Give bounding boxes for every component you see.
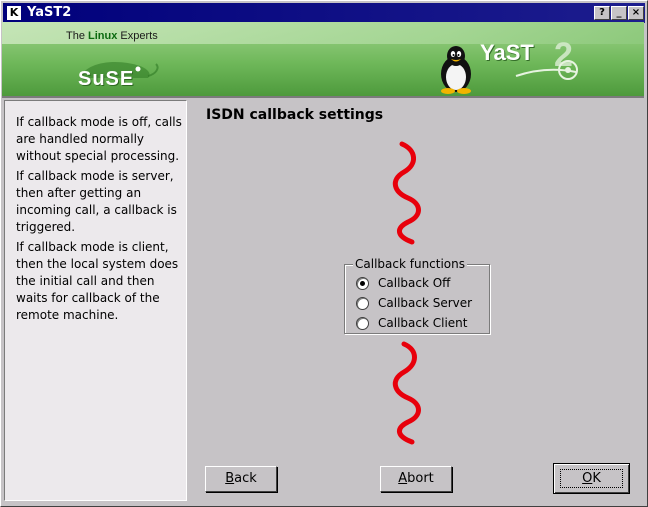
- spacer-squiggle-top: [392, 141, 421, 245]
- help-paragraph: If callback mode is client, then the loc…: [16, 240, 179, 322]
- window-title: YaST2: [27, 5, 72, 20]
- help-button[interactable]: ?: [594, 6, 610, 20]
- help-paragraph: If callback mode is off, calls are handl…: [16, 115, 182, 163]
- radio-callback-server[interactable]: Callback Server: [356, 294, 472, 312]
- title-bar[interactable]: K YaST2 ? _ ×: [3, 3, 645, 23]
- spacer-squiggle-bottom: [392, 341, 421, 445]
- tux-penguin-icon: [441, 46, 471, 94]
- kde-icon[interactable]: K: [7, 6, 21, 20]
- close-button[interactable]: ×: [628, 6, 644, 20]
- abort-button[interactable]: Abort: [380, 466, 452, 492]
- back-button[interactable]: Back: [205, 466, 277, 492]
- suse-banner: The Linux Experts SuSE 2 YaST: [2, 22, 644, 96]
- radio-callback-off[interactable]: Callback Off: [356, 274, 450, 292]
- radio-button-checked[interactable]: [356, 276, 369, 290]
- radio-button[interactable]: [356, 316, 369, 330]
- suse-logo-text: SuSE: [78, 68, 135, 90]
- radio-button[interactable]: [356, 296, 369, 310]
- minimize-button[interactable]: _: [611, 6, 627, 20]
- help-paragraph: If callback mode is server, then after g…: [16, 169, 177, 234]
- help-panel[interactable]: If callback mode is off, calls are handl…: [4, 100, 187, 501]
- callback-functions-label: Callback functions: [353, 257, 468, 271]
- radio-callback-client[interactable]: Callback Client: [356, 314, 467, 332]
- yast-logo-text: YaST: [480, 40, 534, 65]
- page-title: ISDN callback settings: [206, 107, 384, 123]
- banner-tagline: The Linux Experts: [66, 30, 158, 42]
- banner-divider: [2, 96, 644, 98]
- ok-button[interactable]: OK: [553, 463, 630, 494]
